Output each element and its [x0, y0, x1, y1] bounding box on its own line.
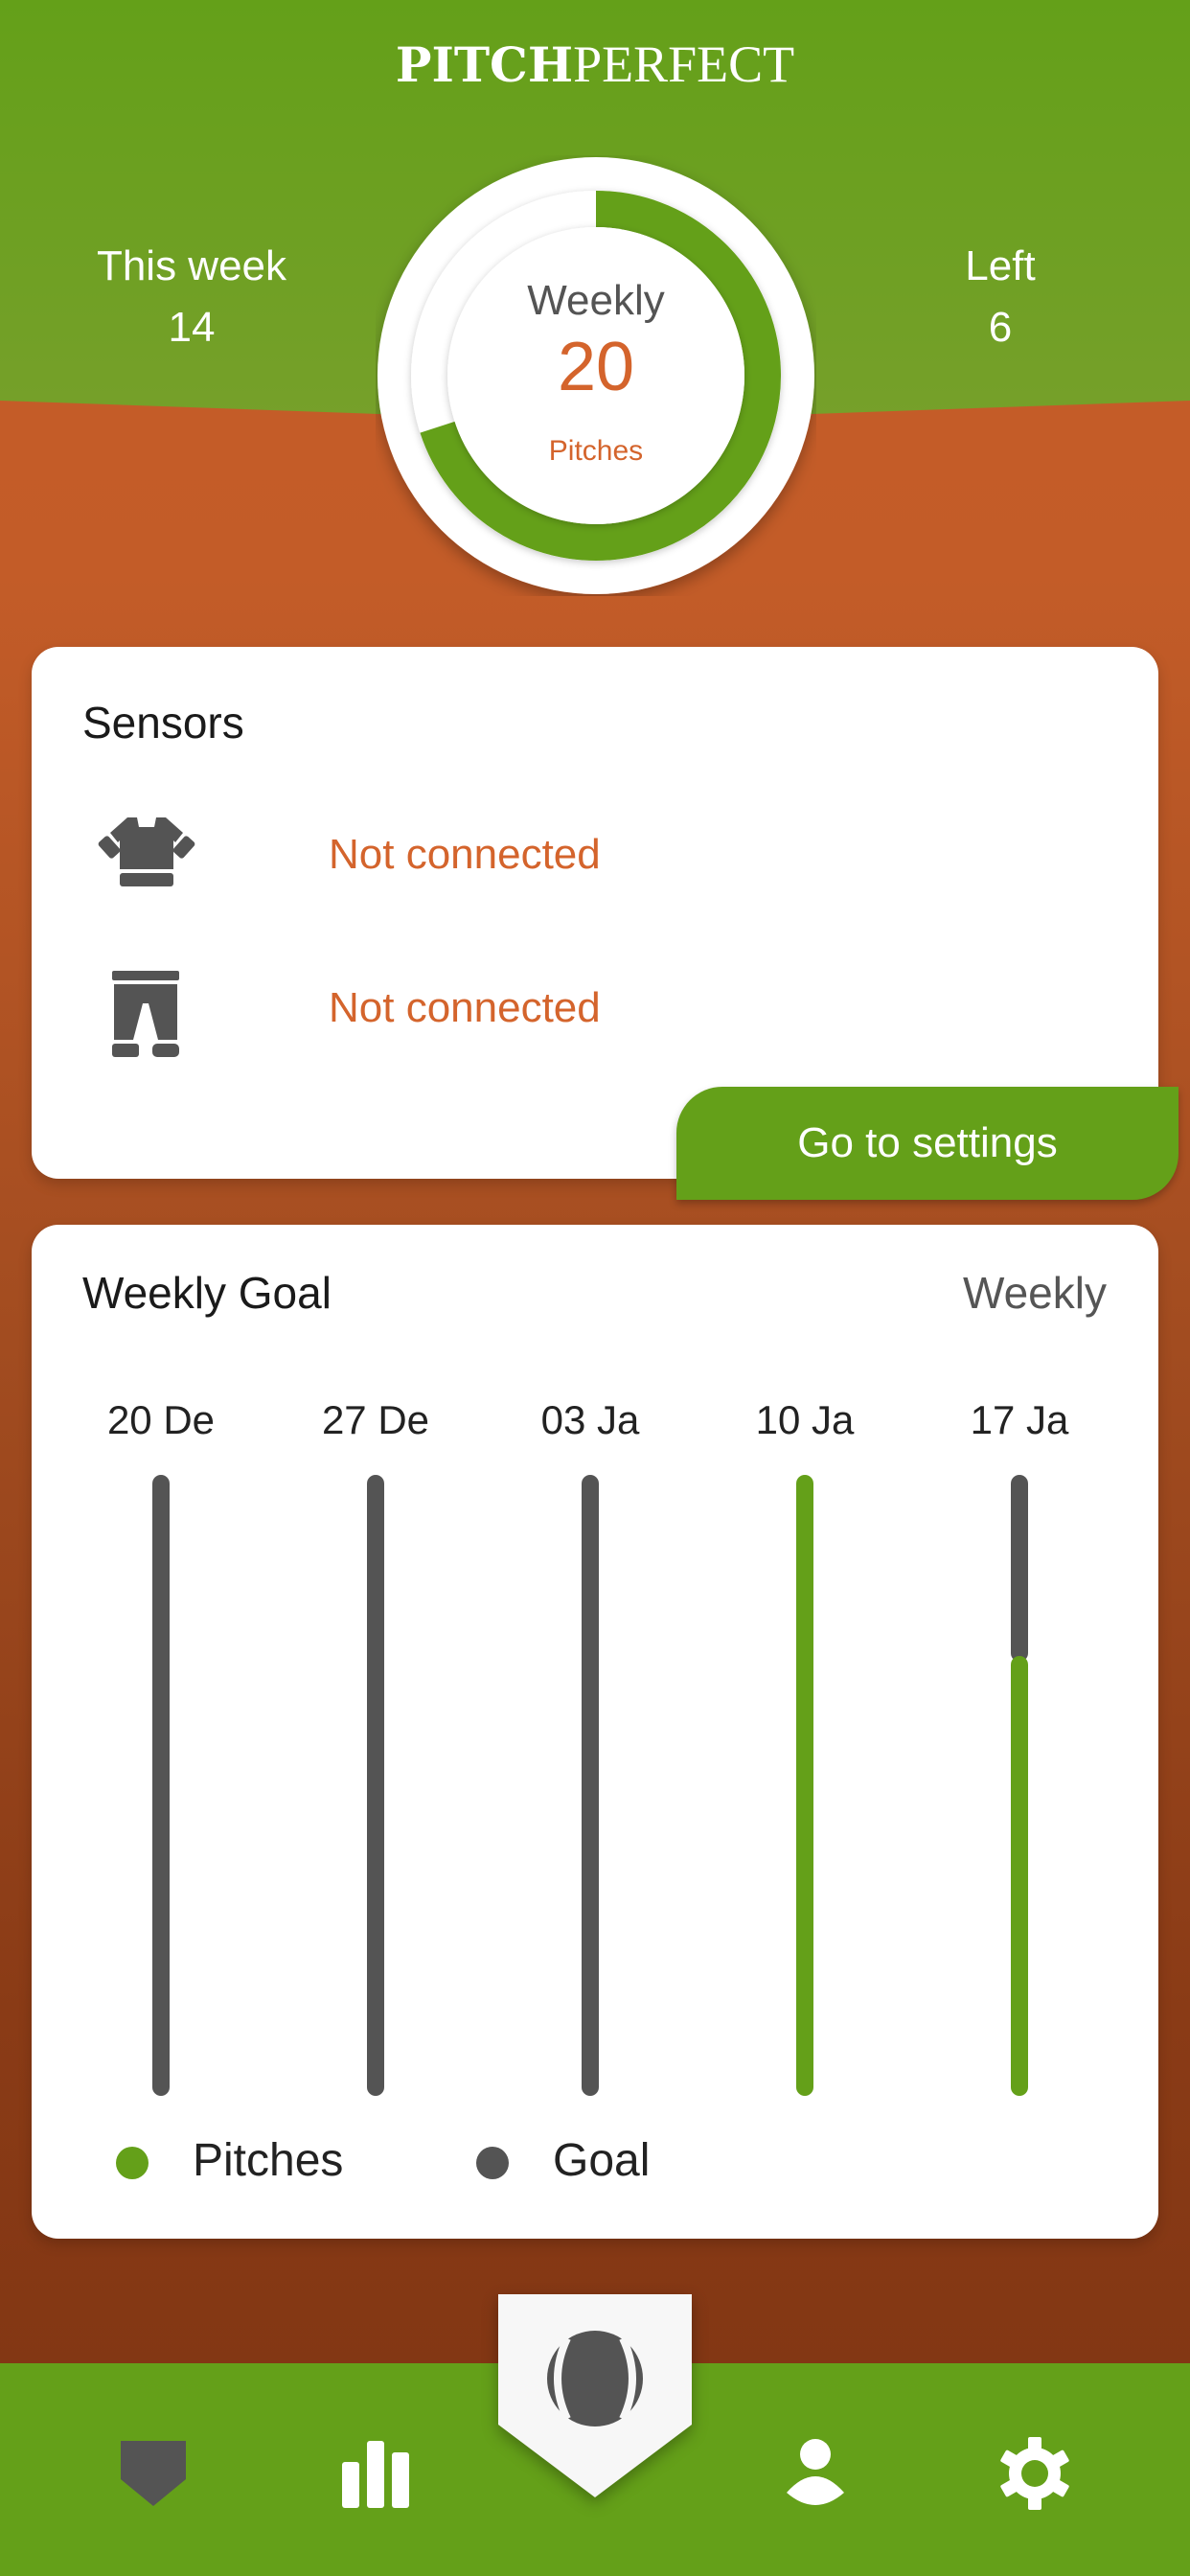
baseball-icon: [547, 2331, 643, 2426]
sensor-row-pants: Not connected: [89, 963, 760, 1059]
home-plate-icon: [121, 2441, 186, 2506]
gauge-value: 20: [558, 329, 634, 405]
this-week-stat: This week 14: [67, 238, 316, 356]
x-tick-label: 20 De: [107, 1397, 215, 1442]
this-week-label: This week: [96, 242, 287, 289]
gauge-title: Weekly: [527, 277, 664, 324]
weekly-goal-card: Weekly Goal Weekly 20 De 27 De 03 Ja 10 Ja 1…: [32, 1225, 1158, 2239]
left-value: 6: [988, 304, 1013, 351]
left-stat: Left 6: [876, 238, 1125, 356]
shirt-sensor-status: Not connected: [329, 831, 601, 878]
gear-icon: [1000, 2437, 1069, 2510]
sensor-row-shirt: Not connected: [89, 810, 760, 906]
user-icon: [787, 2439, 844, 2505]
nav-item-pitch[interactable]: [492, 2290, 698, 2501]
nav-item-profile[interactable]: [763, 2421, 868, 2526]
pants-sensor-status: Not connected: [329, 984, 601, 1031]
x-tick-label: 03 Ja: [541, 1397, 640, 1442]
logo-bold: PITCH: [395, 36, 574, 93]
x-tick-label: 17 Ja: [971, 1397, 1069, 1442]
shirt-icon: [98, 817, 195, 886]
legend-label-goal: Goal: [553, 2135, 651, 2186]
nav-item-stats[interactable]: [322, 2421, 427, 2526]
nav-item-settings[interactable]: [982, 2421, 1087, 2526]
go-to-settings-button[interactable]: Go to settings: [676, 1087, 1179, 1200]
weekly-progress-gauge: Weekly 20 Pitches: [378, 157, 814, 594]
nav-item-home[interactable]: [101, 2421, 206, 2526]
gauge-unit: Pitches: [549, 435, 643, 467]
legend-dot-goal: [476, 2147, 509, 2179]
sensors-title: Sensors: [82, 698, 244, 748]
left-label: Left: [965, 242, 1036, 289]
logo-light: PERFECT: [573, 35, 795, 93]
app-logo: PITCHPERFECT: [0, 34, 1190, 94]
weekly-goal-chart: 20 De 27 De 03 Ja 10 Ja 17 Ja: [107, 1397, 1069, 2096]
bar-chart-icon: [342, 2441, 409, 2508]
x-tick-label: 10 Ja: [756, 1397, 855, 1442]
legend-label-pitches: Pitches: [193, 2135, 344, 2186]
legend-dot-pitches: [116, 2147, 149, 2179]
x-tick-label: 27 De: [322, 1397, 429, 1442]
this-week-value: 14: [168, 304, 216, 351]
chart-legend: Pitches Goal: [32, 2128, 1158, 2195]
pants-icon: [112, 971, 179, 1057]
